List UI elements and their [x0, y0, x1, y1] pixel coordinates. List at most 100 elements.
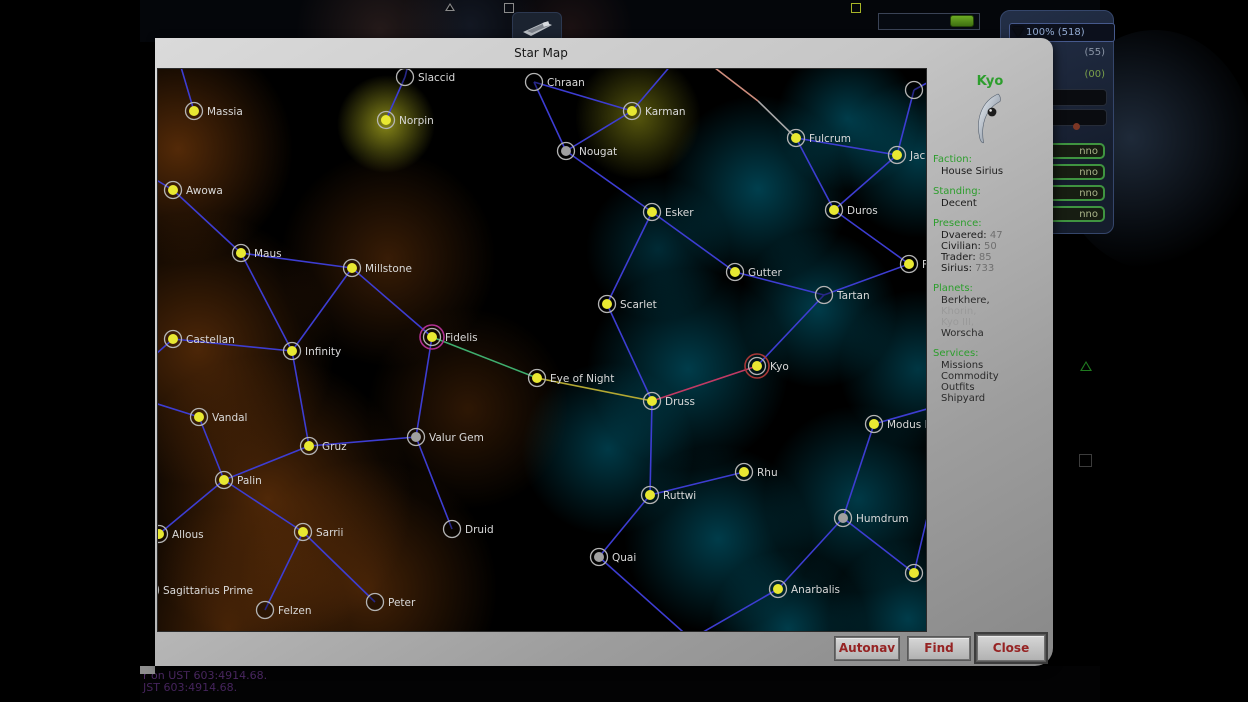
hyperlane-edge	[352, 268, 432, 337]
map-system-fulcrum[interactable]: Fulcrum	[788, 130, 852, 147]
hyperlane-edge	[599, 495, 650, 557]
map-system-massia[interactable]: Massia	[186, 103, 243, 120]
presence-row: Sirius: 733	[941, 263, 1053, 274]
planet-row: Worscha	[941, 328, 1053, 339]
system-dot	[304, 441, 314, 451]
system-label: Massia	[207, 106, 243, 118]
hyperlane-edge	[534, 82, 566, 151]
map-system-gutter[interactable]: Gutter	[727, 264, 783, 281]
system-label: Vandal	[212, 412, 247, 424]
system-ring	[816, 287, 833, 304]
map-system-nougat[interactable]: Nougat	[558, 143, 618, 160]
system-label: Infinity	[305, 346, 341, 358]
hyperlane-edge	[416, 437, 452, 529]
system-label: Scarlet	[620, 299, 657, 311]
system-dot	[532, 373, 542, 383]
map-system-fidelis[interactable]: Fidelis	[420, 325, 478, 349]
system-ring	[444, 521, 461, 538]
map-system-awowa[interactable]: Awowa	[165, 182, 223, 199]
system-dot	[236, 248, 246, 258]
hyperlane-edge	[241, 253, 292, 351]
system-dot	[869, 419, 879, 429]
map-system-modus-m[interactable]: Modus M	[866, 416, 927, 433]
system-dot	[219, 475, 229, 485]
map-system-anarbalis[interactable]: Anarbalis	[770, 581, 841, 598]
map-system-peter[interactable]: Peter	[367, 594, 416, 611]
system-label: Rhu	[757, 467, 778, 479]
map-system-karman[interactable]: Karman	[624, 103, 686, 120]
system-dot	[427, 332, 437, 342]
service-row: Missions	[941, 360, 1053, 371]
map-system-millstone[interactable]: Millstone	[344, 260, 412, 277]
hyperlane-edge	[650, 401, 652, 495]
map-system-rhu[interactable]: Rhu	[736, 464, 778, 481]
system-label: Slaccid	[418, 72, 455, 84]
system-dot	[194, 412, 204, 422]
system-label: Duros	[847, 205, 878, 217]
close-button[interactable]: Close	[977, 635, 1045, 661]
star-map-canvas[interactable]: Massia Slaccid Norpin Chraan Karman Nougat Ful…	[157, 68, 927, 632]
map-system-f[interactable]: F	[901, 256, 927, 273]
hyperlane-edge	[178, 69, 194, 111]
hyperlane-edge	[778, 518, 843, 589]
map-system-vandal[interactable]: Vandal	[191, 409, 248, 426]
system-label: Fidelis	[445, 332, 478, 344]
hud-green-indicator	[950, 15, 974, 27]
map-system-scarlet[interactable]: Scarlet	[599, 296, 657, 313]
system-ring	[906, 82, 923, 99]
map-system-esker[interactable]: Esker	[644, 204, 695, 221]
system-ring	[397, 69, 414, 86]
map-system-quai[interactable]: Quai	[591, 549, 637, 566]
hyperlane-edge	[843, 424, 874, 518]
map-system-druid[interactable]: Druid	[444, 521, 494, 538]
system-label: Karman	[645, 106, 686, 118]
map-system-jac[interactable]: Jac	[889, 147, 926, 164]
system-label: Sagittarius Prime	[163, 585, 253, 597]
system-label: Felzen	[278, 605, 311, 617]
map-system-unnamed[interactable]	[906, 565, 923, 582]
map-system-maus[interactable]: Maus	[233, 245, 282, 262]
system-label: Eye of Night	[550, 373, 614, 385]
shield-icon	[1012, 27, 1024, 37]
space-background-bottom	[140, 666, 1100, 702]
planet-row: Khorin,	[941, 306, 1053, 317]
map-system-allous[interactable]: Allous	[158, 526, 204, 543]
dialog-title: Star Map	[155, 46, 927, 60]
sirius-logo-icon	[971, 93, 1009, 145]
hyperlane-edge	[607, 212, 652, 304]
system-label: F	[922, 259, 926, 271]
system-dot	[381, 115, 391, 125]
system-dot	[347, 263, 357, 273]
service-row: Outfits	[941, 382, 1053, 393]
hyperlane-edge	[607, 304, 652, 401]
hyperlane-edge	[599, 557, 691, 631]
find-button[interactable]: Find	[908, 637, 970, 660]
map-system-chraan[interactable]: Chraan	[526, 74, 585, 91]
hyperlane-edge	[566, 151, 652, 212]
service-row: Shipyard	[941, 393, 1053, 404]
message-log: r on UST 603:4914.68. JST 603:4914.68.	[143, 670, 267, 694]
map-system-castellan[interactable]: Castellan	[165, 331, 235, 348]
system-dot	[739, 467, 749, 477]
system-label: Druss	[665, 396, 695, 408]
system-dot	[594, 552, 604, 562]
map-system-sagittarius-prime[interactable]: Sagittarius Prime	[158, 582, 253, 599]
map-system-unnamed[interactable]	[906, 82, 923, 99]
map-system-tartan[interactable]: Tartan	[816, 287, 870, 304]
map-system-norpin[interactable]: Norpin	[378, 112, 434, 129]
map-system-duros[interactable]: Duros	[826, 202, 878, 219]
map-system-slaccid[interactable]: Slaccid	[397, 69, 456, 86]
map-system-sarrii[interactable]: Sarrii	[295, 524, 344, 541]
system-dot	[627, 106, 637, 116]
hyperlane-edge	[897, 90, 914, 155]
system-label: Nougat	[579, 146, 617, 158]
map-system-eye-of-night[interactable]: Eye of Night	[529, 370, 615, 387]
standing-value: Decent	[941, 198, 1053, 209]
system-label: Esker	[665, 207, 694, 219]
autonav-button[interactable]: Autonav	[835, 637, 899, 660]
service-list: MissionsCommodityOutfitsShipyard	[927, 360, 1053, 404]
hud-status-dot	[1073, 123, 1080, 130]
map-system-infinity[interactable]: Infinity	[284, 343, 342, 360]
map-system-kyo[interactable]: Kyo	[745, 354, 789, 378]
map-system-felzen[interactable]: Felzen	[257, 602, 312, 619]
